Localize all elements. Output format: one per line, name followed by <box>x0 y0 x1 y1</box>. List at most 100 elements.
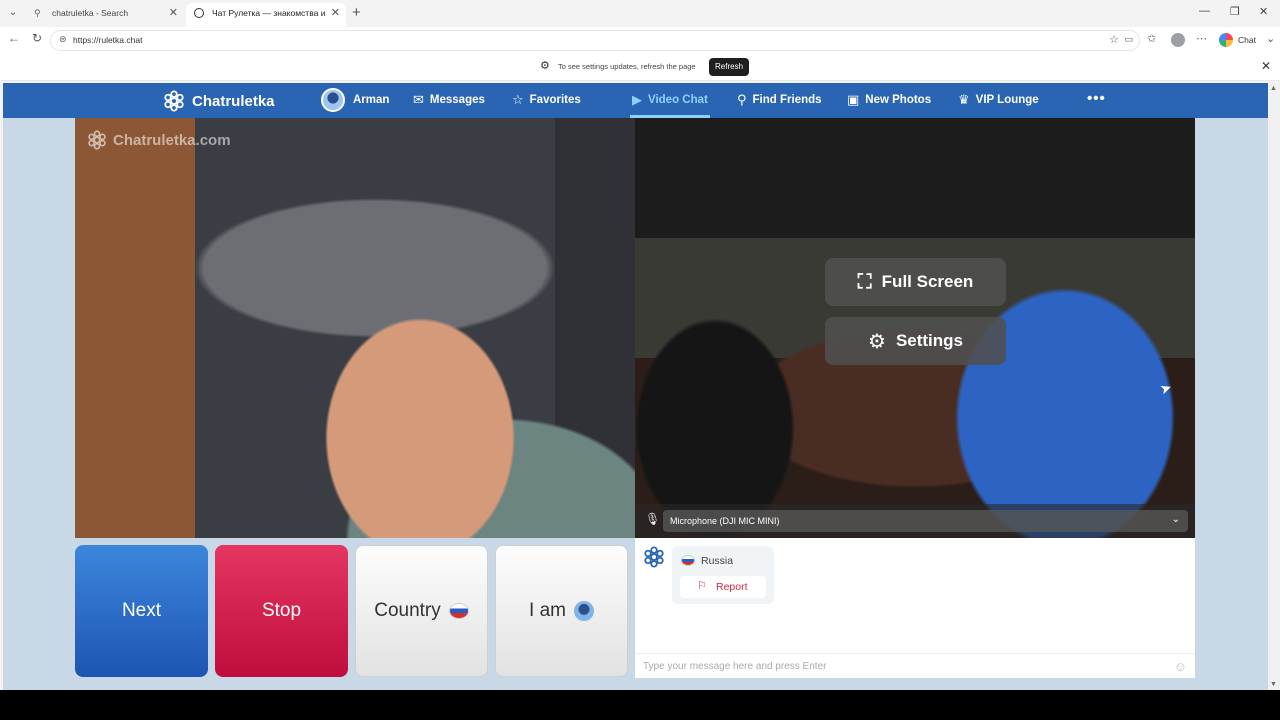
page-scrollbar[interactable]: ▲ ▼ <box>1268 83 1280 690</box>
close-icon[interactable]: ✕ <box>1261 59 1271 73</box>
site-info-icon[interactable]: ⊜ <box>59 34 67 45</box>
partner-video[interactable]: ⛶ Full Screen ⚙ Settings ➤ 🎙 Microphone … <box>635 118 1195 538</box>
top-nav: Chatruletka Arman ✉ Messages ☆ Favorites… <box>3 83 1268 118</box>
star-icon: ☆ <box>512 92 524 107</box>
stop-label: Stop <box>261 600 302 621</box>
star-icon[interactable]: ☆ <box>1109 33 1119 46</box>
nav-item-new-photos[interactable]: ▣ New Photos <box>847 92 931 108</box>
nav-item-video-chat[interactable]: ▶ Video Chat <box>632 92 708 108</box>
browser-window: ⌄ ⚲ chatruletka - Search ✕ Чат Рулетка —… <box>0 0 1280 690</box>
scroll-down-icon[interactable]: ▼ <box>1270 681 1277 688</box>
full-screen-button[interactable]: ⛶ Full Screen <box>825 258 1006 306</box>
more-menu-icon[interactable]: ⋯ <box>1196 32 1207 45</box>
refresh-button[interactable]: Refresh <box>709 58 750 76</box>
chevron-down-icon[interactable]: ⌄ <box>1266 32 1275 45</box>
avatar-icon <box>321 88 345 112</box>
copilot-chat-label[interactable]: Chat <box>1238 35 1256 45</box>
logo-icon <box>88 130 106 150</box>
microphone-bar: 🎙 Microphone (DJI MIC MINI) ⌄ <box>635 504 1195 538</box>
nav-item-find-friends[interactable]: ⚲ Find Friends <box>737 92 822 108</box>
nav-label: New Photos <box>865 94 932 106</box>
camera-icon: ▶ <box>632 92 642 107</box>
next-label: Next <box>121 600 162 621</box>
minimize-icon[interactable]: — <box>1199 5 1210 17</box>
browser-tab-chat[interactable]: Чат Рулетка — знакомства и ✕ <box>186 3 346 27</box>
fullscreen-icon: ⛶ <box>857 270 872 293</box>
country-button[interactable]: Country <box>355 545 488 677</box>
search-icon: ⚲ <box>34 8 41 18</box>
nav-label: Video Chat <box>648 94 708 106</box>
flag-icon: ⚐ <box>697 580 707 592</box>
chat-input-placeholder: Type your message here and press Enter <box>643 661 827 672</box>
crown-icon: ♛ <box>958 92 970 107</box>
tab-title: Чат Рулетка — знакомства и <box>212 8 326 18</box>
emoji-icon[interactable]: ☺ <box>1174 659 1187 674</box>
info-bar: ⚙ To see settings updates, refresh the p… <box>0 53 1280 81</box>
settings-button[interactable]: ⚙ Settings <box>825 317 1006 365</box>
male-avatar-icon <box>573 601 594 621</box>
tab-strip: ⌄ ⚲ chatruletka - Search ✕ Чат Рулетка —… <box>0 0 1280 27</box>
screen-share-icon[interactable]: ▭ <box>1124 34 1133 45</box>
nav-item-profile[interactable]: Arman <box>321 88 389 112</box>
local-video: Chatruletka.com <box>75 118 635 538</box>
microphone-icon: 🎙 <box>645 512 661 526</box>
profile-icon[interactable] <box>1171 33 1185 47</box>
brand[interactable]: Chatruletka <box>163 90 275 112</box>
nav-label: Find Friends <box>752 94 822 106</box>
favorites-icon[interactable]: ✩ <box>1147 32 1156 45</box>
mail-icon: ✉ <box>413 92 424 107</box>
russia-flag-icon <box>448 603 469 619</box>
next-button[interactable]: Next <box>75 545 208 677</box>
back-icon[interactable]: ← <box>8 31 20 45</box>
stop-button[interactable]: Stop <box>215 545 348 677</box>
close-tab-icon[interactable]: ✕ <box>331 3 340 23</box>
full-screen-label: Full Screen <box>881 272 974 291</box>
mouse-cursor-icon: ➤ <box>1157 378 1174 398</box>
nav-item-favorites[interactable]: ☆ Favorites <box>512 92 581 108</box>
photo-icon: ▣ <box>847 92 860 107</box>
address-bar[interactable]: ⊜ https://ruletka.chat ☆ ▭ <box>50 30 1140 51</box>
partner-country: Russia <box>701 555 734 567</box>
microphone-select[interactable]: Microphone (DJI MIC MINI) ⌄ <box>663 510 1188 532</box>
reload-icon[interactable]: ↻ <box>32 31 42 45</box>
logo-icon <box>644 546 664 568</box>
russia-flag-icon <box>681 555 695 566</box>
brand-name: Chatruletka <box>192 92 275 110</box>
scroll-up-icon[interactable]: ▲ <box>1270 85 1277 92</box>
report-button[interactable]: ⚐ Report <box>680 576 766 598</box>
report-label: Report <box>716 581 748 593</box>
nav-item-vip-lounge[interactable]: ♛ VIP Lounge <box>958 92 1039 108</box>
partner-info-card: Russia ⚐ Report <box>672 546 774 604</box>
country-label: Country <box>374 600 441 621</box>
chat-message-input[interactable]: Type your message here and press Enter ☺ <box>635 653 1195 678</box>
nav-label: Arman <box>353 94 390 106</box>
chevron-down-icon: ⌄ <box>1171 514 1180 525</box>
copilot-icon[interactable] <box>1219 33 1233 47</box>
close-window-icon[interactable]: ✕ <box>1259 5 1268 18</box>
nav-item-messages[interactable]: ✉ Messages <box>413 92 485 108</box>
chat-panel: Russia ⚐ Report Type your message here a… <box>635 538 1195 678</box>
restore-icon[interactable]: ❐ <box>1230 5 1240 18</box>
gear-icon: ⚙ <box>540 60 550 72</box>
iam-label: I am <box>529 600 566 621</box>
microphone-value: Microphone (DJI MIC MINI) <box>670 516 780 526</box>
watermark-text: Chatruletka.com <box>113 131 231 149</box>
browser-tab-search[interactable]: ⚲ chatruletka - Search ✕ <box>26 3 184 27</box>
address-row: ← ↻ ⊜ https://ruletka.chat ☆ ▭ ✩ ⋯ ⌄ <box>0 27 1280 53</box>
url-text: https://ruletka.chat <box>73 35 143 45</box>
nav-label: Favorites <box>529 94 581 106</box>
new-tab-icon[interactable]: + <box>352 4 361 21</box>
gender-button[interactable]: I am <box>495 545 628 677</box>
nav-label: VIP Lounge <box>975 94 1039 106</box>
tab-list-chevron-icon[interactable]: ⌄ <box>5 5 21 21</box>
tab-title: chatruletka - Search <box>52 8 129 18</box>
logo-icon <box>164 90 184 112</box>
close-tab-icon[interactable]: ✕ <box>169 3 178 23</box>
search-icon: ⚲ <box>737 92 747 107</box>
nav-label: Messages <box>429 94 485 106</box>
settings-label: Settings <box>895 331 963 350</box>
gear-icon: ⚙ <box>868 330 886 353</box>
chatruletka-page: Chatruletka Arman ✉ Messages ☆ Favorites… <box>3 83 1268 690</box>
more-options-button[interactable]: ••• <box>1087 90 1106 107</box>
record-icon <box>194 8 204 18</box>
